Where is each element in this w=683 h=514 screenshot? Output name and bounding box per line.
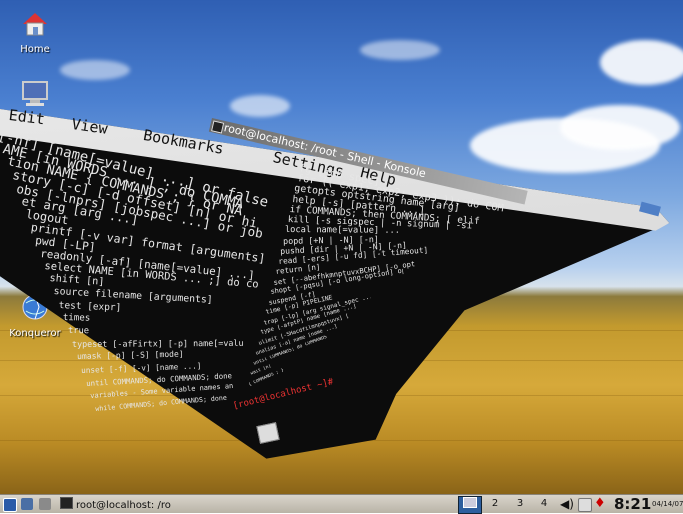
pager-desktop-2[interactable]: 2: [484, 496, 506, 512]
cloud: [560, 105, 680, 150]
ruby-icon[interactable]: ♦: [594, 497, 606, 511]
pager-desktop-4[interactable]: 4: [533, 496, 555, 512]
desktop-icon-label: Home: [20, 44, 50, 55]
terminal-line: test [expr]: [58, 299, 121, 314]
desktop-icon-home[interactable]: Home: [5, 10, 65, 55]
k-menu-icon[interactable]: [3, 498, 17, 512]
cloud: [600, 40, 683, 85]
tools-icon[interactable]: [39, 498, 51, 510]
terminal-icon: [60, 497, 73, 509]
task-button-konsole[interactable]: root@localhost: /ro: [60, 497, 192, 511]
show-desktop-icon[interactable]: [21, 498, 33, 510]
terminal-line: times: [62, 312, 91, 324]
computer-icon: [22, 81, 48, 106]
cloud: [230, 95, 290, 117]
clock-date: 04/14/07: [652, 500, 683, 508]
pager-desktop-1[interactable]: [458, 496, 482, 514]
cloud: [360, 40, 440, 60]
taskbar: root@localhost: /ro 2 3 4 ◀) ♦ 8:21 04/1…: [0, 494, 683, 514]
terminal-line: true: [67, 326, 89, 337]
pager-desktop-3[interactable]: 3: [509, 496, 531, 512]
desktop-icon-label: Konqueror: [9, 328, 61, 339]
task-label: root@localhost: /ro: [76, 500, 171, 511]
home-icon: [23, 13, 47, 36]
cloud: [60, 60, 130, 80]
terminal-line: typeset [-afFirtx] [-p] name[=valu: [72, 337, 244, 350]
clock-time[interactable]: 8:21: [614, 495, 651, 513]
speaker-icon[interactable]: ◀): [560, 497, 574, 511]
clipboard-icon[interactable]: [578, 498, 592, 512]
pager-thumbnail: [463, 497, 477, 508]
